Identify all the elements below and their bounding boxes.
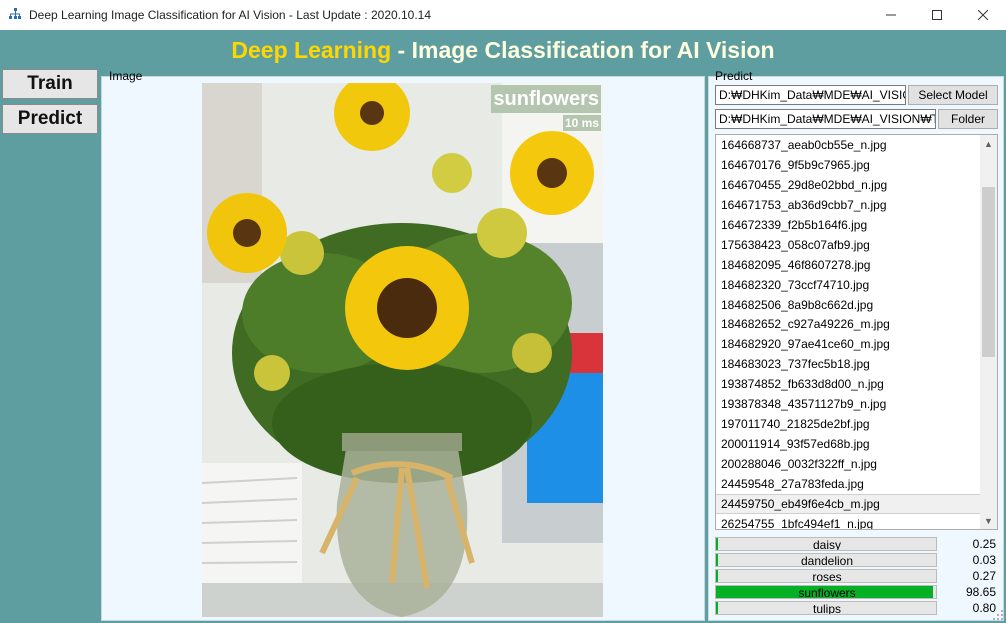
file-list-scrollbar[interactable]: ▲ ▼ xyxy=(980,135,997,529)
image-panel-label: Image xyxy=(109,69,143,83)
resize-grip-icon[interactable] xyxy=(993,610,1004,621)
file-list-item[interactable]: 193878348_43571127b9_n.jpg xyxy=(716,394,997,414)
close-button[interactable] xyxy=(960,0,1006,30)
probability-row-roses: roses 0.27 xyxy=(715,569,996,583)
file-list-item[interactable]: 184682095_46f8607278.jpg xyxy=(716,255,997,275)
file-list-item[interactable]: 200011914_93f57ed68b.jpg xyxy=(716,434,997,454)
file-list-item[interactable]: 184682506_8a9b8c662d.jpg xyxy=(716,295,997,315)
predicted-class-label: sunflowers xyxy=(491,85,601,113)
file-list-item[interactable]: 164671753_ab36d9cbb7_n.jpg xyxy=(716,195,997,215)
class-label: roses xyxy=(812,570,842,583)
sunflower-photo xyxy=(202,83,603,617)
probability-value: 0.27 xyxy=(972,569,996,583)
file-list-item[interactable]: 164670455_29d8e02bbd_n.jpg xyxy=(716,175,997,195)
file-list-item[interactable]: 197011740_21825de2bf.jpg xyxy=(716,414,997,434)
file-list-item[interactable]: 184682920_97ae41ce60_m.jpg xyxy=(716,334,997,354)
class-label: dandelion xyxy=(800,554,854,567)
probability-bar: dandelion xyxy=(715,553,937,567)
close-icon xyxy=(978,10,988,20)
window-titlebar: Deep Learning Image Classification for A… xyxy=(0,0,1006,30)
minimize-icon xyxy=(886,14,896,16)
file-list-item[interactable]: 184682652_c927a49226_m.jpg xyxy=(716,314,997,334)
maximize-icon xyxy=(932,10,942,20)
predict-button[interactable]: Predict xyxy=(2,104,98,134)
file-list-item[interactable]: 26254755_1bfc494ef1_n.jpg xyxy=(716,514,997,529)
file-list-item[interactable]: 200288046_0032f322ff_n.jpg xyxy=(716,454,997,474)
probability-row-dandelion: dandelion 0.03 xyxy=(715,553,996,567)
file-list-item[interactable]: 184682320_73ccf74710.jpg xyxy=(716,275,997,295)
class-label: sunflowers xyxy=(798,586,856,599)
scroll-up-icon[interactable]: ▲ xyxy=(980,135,997,152)
train-button[interactable]: Train xyxy=(2,69,98,99)
maximize-button[interactable] xyxy=(914,0,960,30)
file-list-item[interactable]: 184683023_737fec5b18.jpg xyxy=(716,354,997,374)
file-list-item[interactable]: 164668737_aeab0cb55e_n.jpg xyxy=(716,135,997,155)
class-label: tulips xyxy=(812,602,841,615)
model-path-field[interactable]: D:₩DHKim_Data₩MDE₩AI_VISION xyxy=(715,85,906,105)
file-list-item[interactable]: 193874852_fb633d8d00_n.jpg xyxy=(716,374,997,394)
probability-row-daisy: daisy 0.25 xyxy=(715,537,996,551)
minimize-button[interactable] xyxy=(868,0,914,30)
window-title: Deep Learning Image Classification for A… xyxy=(29,8,432,22)
file-list[interactable]: 164668737_aeab0cb55e_n.jpg 164670176_9f5b… xyxy=(715,134,998,530)
probability-bar: tulips xyxy=(715,601,937,615)
predict-panel-label: Predict xyxy=(715,69,753,83)
probability-value: 0.80 xyxy=(972,601,996,615)
probability-value: 0.25 xyxy=(972,537,996,551)
probability-bar: sunflowers xyxy=(715,585,937,599)
file-list-item[interactable]: 164670176_9f5b9c7965.jpg xyxy=(716,155,997,175)
app-banner: Deep Learning - Image Classification for… xyxy=(0,34,1006,66)
select-model-button[interactable]: Select Model xyxy=(908,85,998,105)
probability-value: 0.03 xyxy=(972,553,996,567)
probability-bar: daisy xyxy=(715,537,937,551)
file-list-items: 164668737_aeab0cb55e_n.jpg 164670176_9f5b… xyxy=(716,135,997,529)
banner-highlight: Deep Learning xyxy=(231,37,392,63)
file-list-item[interactable]: 24459548_27a783feda.jpg xyxy=(716,474,997,494)
file-list-item[interactable]: 175638423_058c07afb9.jpg xyxy=(716,235,997,255)
class-label: daisy xyxy=(812,538,841,551)
scroll-down-icon[interactable]: ▼ xyxy=(980,512,997,529)
folder-path-field[interactable]: D:₩DHKim_Data₩MDE₩AI_VISION₩Test xyxy=(715,109,936,129)
probability-row-sunflowers: sunflowers 98.65 xyxy=(715,585,996,599)
probability-value: 98.65 xyxy=(965,585,996,599)
scroll-thumb[interactable] xyxy=(982,187,995,357)
file-list-item[interactable]: 164672339_f2b5b164f6.jpg xyxy=(716,215,997,235)
banner-subtitle: - Image Classification for AI Vision xyxy=(391,37,775,63)
inference-time-label: 10 ms xyxy=(562,115,601,131)
folder-button[interactable]: Folder xyxy=(938,109,998,129)
probability-bar: roses xyxy=(715,569,937,583)
file-list-item[interactable]: 24459750_eb49f6e4cb_m.jpg xyxy=(716,493,997,514)
preview-image: sunflowers 10 ms xyxy=(202,83,603,617)
probability-row-tulips: tulips 0.80 xyxy=(715,601,996,615)
network-icon xyxy=(9,8,21,19)
